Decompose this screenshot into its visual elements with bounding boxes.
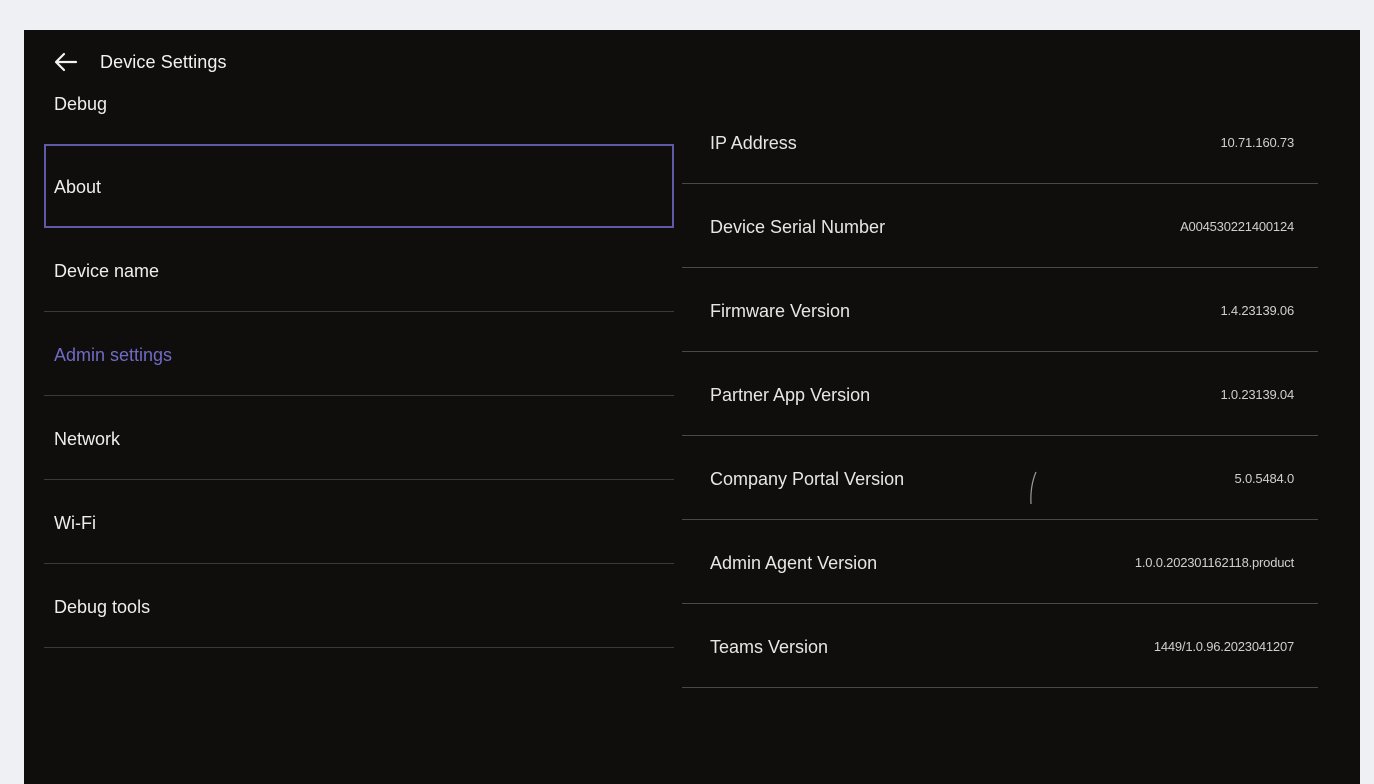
info-key: Admin Agent Version [710,553,878,573]
info-row-company-portal-version: Company Portal Version 5.0.5484.0 [682,436,1318,520]
header: Device Settings [54,50,227,74]
info-value: A004530221400124 [1180,219,1294,234]
info-value: 1.0.0.202301162118.product [1134,555,1294,570]
nav-item-network[interactable]: Network [44,396,674,480]
back-button[interactable] [54,50,80,74]
info-key: Partner App Version [710,385,871,405]
nav-item-label: Device name [54,261,160,281]
nav-item-label: About [54,177,102,197]
info-value: 1.4.23139.06 [1220,303,1294,318]
about-info-panel: IP Address 10.71.160.73 Device Serial Nu… [682,100,1318,688]
info-value: 10.71.160.73 [1220,135,1294,150]
arrow-left-icon [54,52,78,72]
info-row-firmware-version: Firmware Version 1.4.23139.06 [682,268,1318,352]
info-value: 1449/1.0.96.2023041207 [1153,639,1294,654]
info-key: Firmware Version [710,301,851,321]
nav-item-label: Network [54,429,121,449]
nav-item-label: Admin settings [54,345,173,365]
nav-item-wifi[interactable]: Wi-Fi [44,480,674,564]
info-value: 1.0.23139.04 [1220,387,1294,402]
page-title: Device Settings [100,51,227,72]
info-key: Device Serial Number [710,217,886,237]
settings-nav: Debug About Device name Admin settings N… [44,87,674,648]
nav-item-device-name[interactable]: Device name [44,228,674,312]
info-value: 5.0.5484.0 [1234,471,1295,486]
info-key: Company Portal Version [710,469,905,489]
info-row-admin-agent-version: Admin Agent Version 1.0.0.202301162118.p… [682,520,1318,604]
info-row-ip-address: IP Address 10.71.160.73 [682,100,1318,184]
nav-item-debug-tools[interactable]: Debug tools [44,564,674,648]
nav-item-about[interactable]: About [44,144,674,228]
info-key: Teams Version [710,637,829,657]
nav-item-label: Debug tools [54,597,151,617]
nav-item-label: Wi-Fi [54,513,96,533]
info-row-teams-version: Teams Version 1449/1.0.96.2023041207 [682,604,1318,688]
info-row-serial-number: Device Serial Number A004530221400124 [682,184,1318,268]
device-settings-screen: Device Settings Debug About Device name … [24,30,1360,784]
info-key: IP Address [710,133,797,153]
text-cursor-mark [1030,471,1037,505]
nav-item-admin-settings[interactable]: Admin settings [44,312,674,396]
nav-item-label: Debug [54,94,108,114]
info-row-partner-app-version: Partner App Version 1.0.23139.04 [682,352,1318,436]
